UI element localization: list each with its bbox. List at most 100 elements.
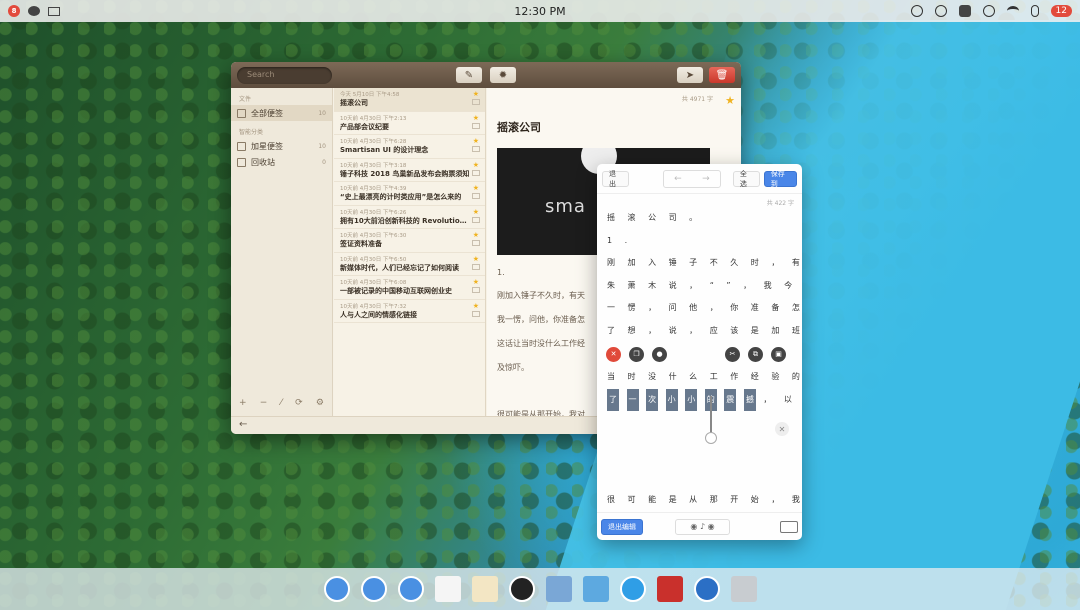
send-button[interactable]: ➤: [677, 67, 703, 83]
dock-photos-icon[interactable]: [582, 576, 609, 602]
image-icon: [472, 122, 480, 129]
text-row[interactable]: 很 可 能 是 从 那 开 始 ， 我 对 “ 正 在: [597, 489, 802, 512]
list-item[interactable]: 10天前 4月30日 下午6:50 新媒体时代，人们已经忘记了如何阅读 ★: [334, 253, 485, 276]
dock-trash-icon[interactable]: [730, 576, 757, 602]
dock-app-red-icon[interactable]: [656, 576, 683, 602]
notification-count-badge[interactable]: 12: [1050, 5, 1072, 17]
undo-icon[interactable]: ←: [664, 171, 692, 187]
note-date: 10天前 4月30日 下午6:08: [340, 280, 407, 286]
note-date: 10天前 4月30日 下午6:50: [340, 256, 407, 263]
list-item[interactable]: 10天前 4月30日 下午6:08 一部被记录的中国移动互联网创业史 ★: [334, 276, 485, 300]
keyboard-icon[interactable]: [780, 520, 798, 533]
close-icon[interactable]: ✕: [775, 422, 789, 436]
wifi-icon[interactable]: [1006, 6, 1019, 16]
selection-handle-knob[interactable]: [705, 432, 717, 444]
selected-char[interactable]: 小: [665, 388, 678, 411]
dock: [0, 568, 1080, 610]
mail-icon[interactable]: [48, 6, 60, 16]
text-row[interactable]: 摇 滚 公 司 。: [597, 207, 802, 230]
note-date: 10天前 4月30日 下午3:18: [340, 162, 407, 169]
image-icon: [472, 193, 480, 199]
star-icon: ★: [472, 90, 479, 98]
list-item[interactable]: 10天前 4月30日 下午6:26 拥有10大前沿创新科技的 Revolution…: [334, 206, 485, 229]
control-center-icon[interactable]: [958, 5, 971, 17]
cut-icon[interactable]: ✂: [725, 346, 740, 362]
dock-finder-icon[interactable]: [323, 576, 350, 602]
theme-button[interactable]: ✹: [490, 67, 516, 83]
delete-button[interactable]: 🗑: [709, 67, 735, 83]
dock-apps-icon[interactable]: [397, 576, 424, 602]
note-title: 拥有10大前沿创新科技的 Revolution One...: [340, 216, 470, 225]
note-list: 今天 5月10日 下午4:58 摇滚公司 ★ 10天前 4月30日 下午2:13 产品…: [334, 88, 486, 416]
delete-icon[interactable]: ✕: [606, 346, 621, 362]
dock-preview-icon[interactable]: [545, 576, 572, 602]
minus-icon[interactable]: −: [260, 398, 268, 408]
dock-folder-icon[interactable]: [360, 576, 387, 602]
star-icon: ★: [472, 207, 479, 216]
selected-char[interactable]: 小: [685, 388, 698, 411]
star-icon[interactable]: ★: [725, 94, 735, 107]
note-date: 10天前 4月30日 下午2:13: [340, 115, 407, 122]
redo-icon[interactable]: →: [692, 171, 720, 187]
list-item[interactable]: 10天前 4月30日 下午4:39 “史上最漂亮的计时类应用”是怎么来的 ★: [334, 182, 485, 206]
text-row[interactable]: 了 想 ， 说 ， 应 该 是 加 班 吧 。 这 话 让: [597, 320, 802, 343]
search-icon[interactable]: [910, 5, 923, 17]
trash-icon: [237, 157, 246, 167]
note-title: 新媒体时代，人们已经忘记了如何阅读: [340, 263, 459, 272]
text-row[interactable]: 朱 萧 木 说 ， “ ” ， 我 今 天 3 0 了 。 我: [597, 275, 802, 298]
text-row[interactable]: 刚 加 入 锤 子 不 久 时 ， 有 天 忽 然 听: [597, 252, 802, 275]
list-item[interactable]: 10天前 4月30日 下午6:30 签证资料准备 ★: [334, 229, 485, 253]
search-input[interactable]: Search: [237, 66, 332, 84]
sidebar-item-count: 0: [322, 158, 326, 166]
gear-icon[interactable]: ⚙: [316, 398, 324, 408]
selected-char[interactable]: 次: [646, 388, 659, 411]
chat-icon[interactable]: [28, 6, 40, 16]
image-caption: sma: [545, 196, 586, 217]
exit-edit-button[interactable]: 退出编辑: [601, 518, 643, 535]
zoom-icon[interactable]: [934, 5, 947, 17]
sidebar-item-all-notes[interactable]: 全部便签 10: [231, 105, 332, 121]
notification-badge-icon[interactable]: 8: [8, 5, 20, 17]
dock-browser-icon[interactable]: [619, 576, 646, 602]
sidebar-item-starred[interactable]: 加星便签 10: [231, 138, 332, 154]
list-item[interactable]: 10天前 4月30日 下午7:32 人与人之间的情感化链接 ★: [334, 300, 485, 323]
text-row[interactable]: 1 .: [597, 230, 802, 253]
sync-icon[interactable]: ⟳: [295, 398, 303, 408]
selected-char[interactable]: 撼: [743, 388, 756, 411]
list-item[interactable]: 10天前 4月30日 下午2:13 产品部会议纪要 ★: [334, 112, 485, 135]
sidebar-item-trash[interactable]: 回收站 0: [231, 154, 332, 170]
list-item[interactable]: 10天前 4月30日 下午6:28 Smartisan UI 的设计理念 ★: [334, 135, 485, 159]
bluetooth-icon[interactable]: [1030, 5, 1039, 17]
dock-music-icon[interactable]: [508, 576, 535, 602]
compose-button[interactable]: ✎: [456, 67, 482, 83]
text-row[interactable]: 当 时 没 什 么 工 作 经 验 的 我 感 受 到: [597, 366, 802, 389]
selected-char[interactable]: 一: [626, 388, 639, 411]
text-fragment: ， 以 及 惊 吓 。: [763, 394, 802, 404]
sidebar-section-smart: 智能分类: [239, 129, 264, 136]
text-row[interactable]: 一 愣 ， 问 他 ， 你 准 备 怎 么 过 ？ 他 想: [597, 297, 802, 320]
selected-char[interactable]: 了: [607, 388, 619, 411]
selected-char[interactable]: 震: [724, 388, 737, 411]
notes-toolbar: Search ✎ ✹ ➤ 🗑: [231, 62, 741, 88]
duplicate-icon[interactable]: ⧉: [748, 346, 763, 362]
dock-notes-icon[interactable]: [471, 576, 498, 602]
select-all-button[interactable]: 全选: [732, 170, 760, 188]
save-to-button[interactable]: 保存到: [763, 170, 797, 188]
add-icon[interactable]: +: [239, 398, 247, 408]
list-item[interactable]: 今天 5月10日 下午4:58 摇滚公司 ★: [334, 88, 485, 112]
text-row[interactable]: 了 一 次 小 小 的 震 撼 ， 以 及 惊 吓 。: [597, 388, 802, 411]
exit-button[interactable]: 退出: [602, 170, 629, 188]
voice-input-button[interactable]: ◉ ♪ ◉: [675, 518, 730, 535]
star-icon: ★: [472, 160, 479, 169]
mic-icon[interactable]: ●: [652, 346, 667, 362]
dock-contacts-icon[interactable]: [434, 576, 461, 602]
note-title: Smartisan UI 的设计理念: [340, 146, 429, 154]
paste-icon[interactable]: ▣: [771, 346, 786, 362]
dock-settings-icon[interactable]: [693, 576, 720, 602]
edit-icon[interactable]: ⁄: [280, 398, 282, 408]
copy-icon[interactable]: ❐: [629, 346, 644, 362]
settings-icon[interactable]: [982, 5, 995, 17]
note-date: 10天前 4月30日 下午4:39: [340, 186, 407, 192]
list-item[interactable]: 10天前 4月30日 下午3:18 锤子科技 2018 鸟巢新品发布会购票须知 ★: [334, 159, 485, 182]
note-icon: [237, 108, 246, 118]
